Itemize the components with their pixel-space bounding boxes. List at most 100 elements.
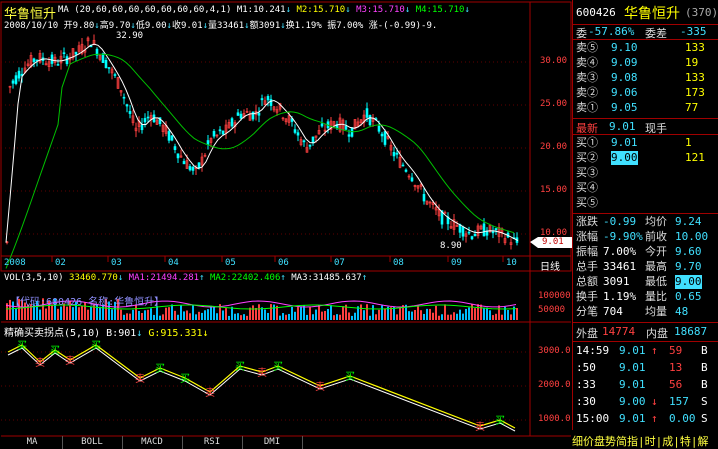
volume-bar	[60, 306, 62, 320]
y-tick-25: 25.00	[540, 99, 568, 109]
volume-bar	[267, 312, 269, 320]
candle-body	[14, 75, 18, 84]
ask-row: 卖⑤ 9.10 133	[576, 41, 705, 54]
volume-bar	[312, 314, 314, 320]
candle-body	[206, 140, 210, 145]
volume-bar	[195, 314, 197, 320]
volume-bar	[162, 314, 164, 320]
candle-body	[260, 98, 264, 101]
candle-body	[401, 164, 405, 167]
volume-bar	[297, 307, 299, 320]
sell-mark: 卖	[315, 381, 325, 393]
volume-bar	[510, 314, 512, 320]
volume-bar	[288, 313, 290, 320]
volume-bar	[132, 309, 134, 320]
volume-bar	[462, 313, 464, 320]
volume-bar	[99, 306, 101, 320]
sell-mark: 卖	[475, 421, 485, 433]
wei-cha-value: -335	[680, 25, 707, 38]
day-line-label[interactable]: 日线	[540, 258, 560, 273]
volume-bar	[150, 308, 152, 320]
bid-list: 买① 9.01 1 买② 9.00 121 买③ 买④ 买⑤	[572, 135, 718, 214]
tab-macd[interactable]: MACD	[122, 436, 183, 449]
volume-bar	[192, 305, 194, 320]
volume-bar	[420, 310, 422, 320]
volume-bar	[474, 308, 476, 320]
volume-bar	[90, 306, 92, 320]
volume-bar	[72, 307, 74, 320]
candle-body	[146, 116, 150, 119]
volume-bar	[111, 309, 113, 320]
candle-body	[56, 64, 60, 66]
stat-row: 换手 1.19% 量比 0.65	[576, 290, 702, 303]
volume-bar	[396, 314, 398, 320]
volume-bar	[207, 309, 209, 320]
volume-bar	[381, 305, 383, 320]
inner-outer-row: 外盘 14774 内盘 18687	[572, 323, 718, 342]
candle-body	[32, 58, 36, 63]
volume-bar	[444, 304, 446, 320]
volume-bar	[507, 310, 509, 320]
volume-bar	[15, 308, 17, 320]
ma-params-line: MA (20,60,60,60,60,60,60,60,4,1) M1:10.2…	[58, 5, 470, 15]
volume-bar	[411, 311, 413, 320]
tab-dmi[interactable]: DMI	[242, 436, 303, 449]
quote-panel: 600426 华鲁恒升 (370) 委 -57.86% 委差 -335 卖⑤ 9.…	[572, 0, 718, 449]
y-tick-20: 20.00	[540, 142, 568, 152]
sell-mark: 卖	[35, 357, 45, 369]
stat-row: 分笔 704 均量 48	[576, 305, 689, 318]
volume-bar	[339, 314, 341, 320]
buy-mark: 买	[495, 415, 505, 427]
candle-body	[410, 177, 414, 182]
tick-row: 15:00 9.01 ↑ 0.00 S	[576, 412, 708, 425]
volume-bar	[120, 309, 122, 320]
ind-tick-2000: 2000.0	[538, 380, 571, 390]
candle-body	[344, 125, 348, 130]
ask-row: 卖③ 9.08 133	[576, 71, 705, 84]
volume-bar	[156, 306, 158, 320]
stock-num: (370)	[685, 6, 718, 19]
tab-ma[interactable]: MA	[2, 436, 63, 449]
tab-boll[interactable]: BOLL	[62, 436, 123, 449]
last-price-label: 9.01	[542, 237, 564, 247]
x-tick: 03	[111, 258, 122, 268]
volume-bar	[486, 307, 488, 320]
volume-bar	[489, 310, 491, 320]
x-tick: 07	[334, 258, 345, 268]
tab-rsi[interactable]: RSI	[182, 436, 243, 449]
candle-body	[191, 166, 195, 171]
candle-body	[467, 231, 471, 234]
candle-body	[188, 166, 192, 171]
tick-list: 14:59 9.01 ↑ 59 B:50 9.01 13 B:33 9.01 56 B:30 9.00…	[572, 342, 718, 430]
volume-bar	[66, 306, 68, 320]
candle-body	[485, 230, 489, 236]
buy-mark: 买	[180, 373, 190, 385]
candle-body	[239, 113, 243, 119]
volume-bar	[210, 305, 212, 320]
code-name-overlay: 【代码:600426 名称:华鲁恒升】	[10, 297, 165, 308]
volume-bar	[324, 310, 326, 320]
candle-body	[308, 144, 312, 147]
bottom-function-tabs[interactable]: 细价盘势简指|时|成|特|解	[572, 433, 709, 449]
volume-bar	[360, 304, 362, 320]
volume-bar	[351, 315, 353, 320]
candle-body	[461, 226, 465, 237]
stat-row: 涨跌 -0.99 均价 9.24	[576, 215, 702, 228]
ohlc-line: 2008/10/10 开9.80↓高9.70↓低9.00↓收9.01↓量3346…	[4, 21, 438, 31]
kline-chart-area[interactable]: 买卖买卖买卖买买卖买卖买卖买卖买	[0, 0, 572, 449]
volume-bar	[408, 311, 410, 320]
volume-bar	[426, 308, 428, 320]
volume-bar	[258, 304, 260, 320]
ind-tick-1000: 1000.0	[538, 414, 571, 424]
volume-bar	[414, 309, 416, 320]
candle-body	[122, 96, 126, 99]
volume-bar	[465, 308, 467, 320]
volume-bar	[126, 313, 128, 320]
volume-bar	[327, 309, 329, 320]
last-price: 9.01	[609, 120, 636, 133]
buy-mark: 买	[91, 340, 101, 352]
volume-bar	[222, 310, 224, 320]
candle-body	[251, 111, 255, 120]
candle-body	[143, 118, 147, 123]
candle-body	[125, 104, 129, 107]
